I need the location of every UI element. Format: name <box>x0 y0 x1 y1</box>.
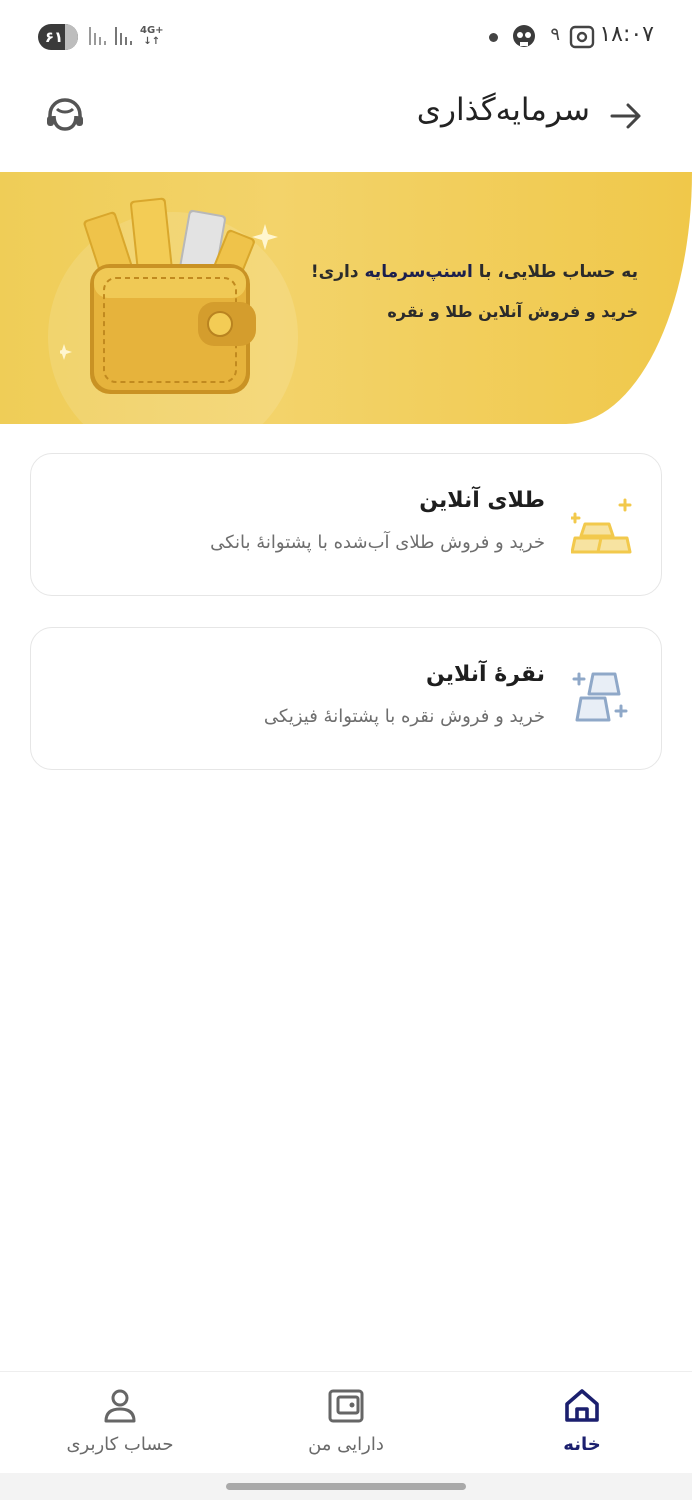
screenshot-icon <box>569 25 595 49</box>
wallet-icon <box>328 1389 364 1423</box>
nav-label-my-assets: دارایی من <box>308 1434 384 1455</box>
battery-indicator: ۶۱ <box>38 24 78 50</box>
online-silver-card[interactable]: نقرهٔ آنلاین خرید و فروش نقره با پشتوانه… <box>30 627 662 770</box>
card-subtitle: خرید و فروش نقره با پشتوانهٔ فیزیکی <box>263 706 545 727</box>
nav-item-home[interactable]: خانه <box>472 1372 692 1474</box>
investment-screen: ۶۱ 4G+ ↓↑ ۹ ۱۸:۰۷ سرمایه‌ <box>0 0 692 1500</box>
online-gold-card[interactable]: طلای آنلاین خرید و فروش طلای آب‌شده با پ… <box>30 453 662 596</box>
silver-bars-icon <box>572 672 628 722</box>
data-arrows-icon: ↓↑ <box>143 36 161 47</box>
banner-headline-prefix: یه حساب طلایی، با <box>472 262 638 282</box>
signal-icon-2 <box>115 27 132 45</box>
app-header: سرمایه‌گذاری <box>0 72 692 172</box>
gold-bars-icon <box>571 498 632 554</box>
signal-icon <box>89 27 106 45</box>
promo-banner[interactable]: یه حساب طلایی، با اسنپ‌سرمایه داری! خرید… <box>0 172 692 424</box>
home-icon <box>565 1389 599 1422</box>
banner-subline: خرید و فروش آنلاین طلا و نقره <box>387 302 638 321</box>
banner-headline: یه حساب طلایی، با اسنپ‌سرمایه داری! <box>311 262 638 282</box>
headset-support-icon[interactable] <box>44 96 86 138</box>
home-gesture-bar[interactable] <box>226 1483 466 1490</box>
back-arrow-icon[interactable] <box>608 98 644 134</box>
nav-item-account[interactable]: حساب کاربری <box>10 1372 230 1474</box>
nav-label-account: حساب کاربری <box>66 1434 174 1455</box>
card-subtitle: خرید و فروش طلای آب‌شده با پشتوانهٔ بانک… <box>210 532 545 553</box>
app-notification-icon <box>513 25 535 47</box>
user-icon <box>104 1389 136 1423</box>
notification-count: ۹ <box>550 24 560 45</box>
gold-wallet-illustration <box>60 197 278 394</box>
card-title: طلای آنلاین <box>419 488 545 513</box>
network-type: 4G+ ↓↑ <box>140 25 164 47</box>
banner-brand: اسنپ‌سرمایه <box>364 262 473 282</box>
status-bar: ۶۱ 4G+ ↓↑ ۹ ۱۸:۰۷ <box>0 0 692 72</box>
bottom-navigation: خانه دارایی من حساب کاربری <box>0 1371 692 1473</box>
clock: ۱۸:۰۷ <box>599 22 654 47</box>
card-title: نقرهٔ آنلاین <box>426 662 545 687</box>
battery-level: ۶۱ <box>44 28 64 46</box>
nav-label-home: خانه <box>563 1434 601 1455</box>
page-title: سرمایه‌گذاری <box>416 92 590 128</box>
notification-dot-icon <box>489 33 498 42</box>
nav-item-my-assets[interactable]: دارایی من <box>236 1372 456 1474</box>
banner-headline-suffix: داری! <box>310 262 365 282</box>
